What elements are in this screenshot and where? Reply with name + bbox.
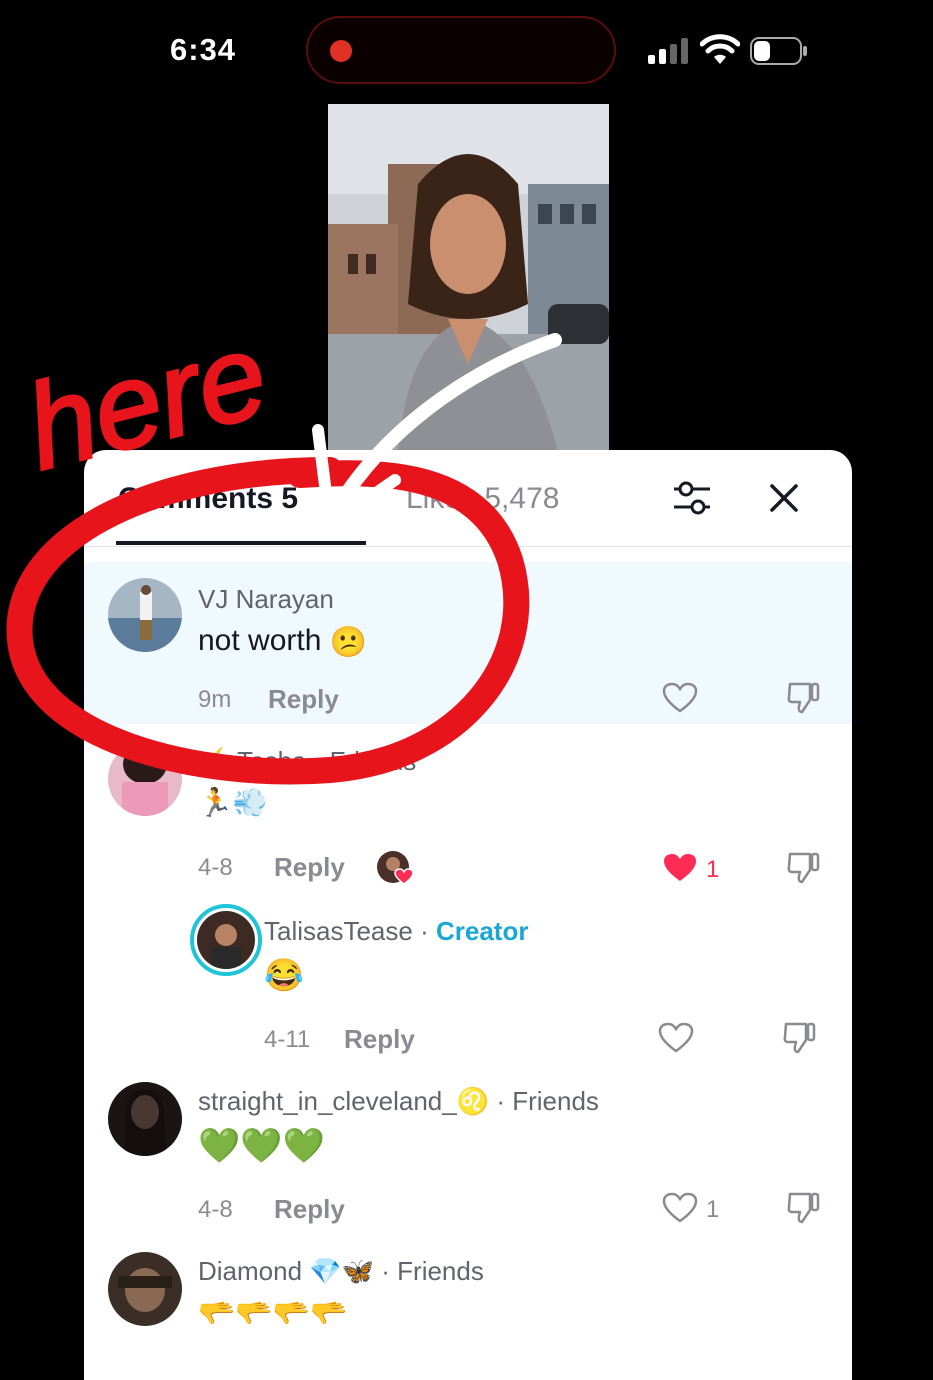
comment-timestamp: 4-8: [198, 1196, 233, 1223]
reply-text: 😂: [264, 957, 304, 993]
creator-liked-avatar: [377, 851, 414, 885]
dislike-icon[interactable]: [786, 850, 822, 886]
status-time: 6:34: [170, 32, 237, 67]
avatar[interactable]: [108, 742, 182, 816]
reply-timestamp: 4-11: [264, 1026, 311, 1053]
video-preview[interactable]: [328, 104, 609, 452]
dislike-icon[interactable]: [786, 1190, 822, 1226]
cellular-signal-icon: [648, 38, 688, 64]
heart-icon[interactable]: [662, 682, 698, 714]
comment-timestamp: 4-8: [198, 854, 233, 881]
heart-icon[interactable]: [662, 1192, 698, 1224]
avatar[interactable]: [108, 1082, 182, 1156]
comment-username[interactable]: straight_in_cleveland_♌ · Friends: [198, 1086, 599, 1117]
comment-text: not worth 😕: [198, 624, 368, 659]
reply-button[interactable]: Reply: [274, 852, 345, 883]
confused-emoji: 😕: [329, 625, 368, 659]
heart-icon[interactable]: [658, 1022, 694, 1054]
avatar[interactable]: [108, 578, 182, 652]
tab-likes[interactable]: Likes 5,478: [406, 482, 559, 516]
like-count: 1: [706, 856, 720, 883]
dynamic-island: [306, 16, 616, 84]
dislike-icon[interactable]: [786, 680, 822, 716]
comments-tab-bar: Comments 5 Likes 5,478: [84, 450, 852, 547]
filter-sliders-icon[interactable]: [672, 480, 712, 516]
active-tab-indicator: [116, 541, 366, 545]
comment-text: 💚💚💚: [198, 1127, 326, 1165]
comment-timestamp: 9m: [198, 686, 232, 713]
comment-item[interactable]: VJ Narayan not worth 😕 9m Reply: [84, 562, 852, 724]
comment-text: 🏃💨: [198, 787, 268, 818]
status-bar: 6:34: [0, 0, 933, 100]
battery-icon: [750, 37, 807, 65]
comment-text: 🫳🫳🫳🫳: [198, 1297, 348, 1330]
close-icon[interactable]: [768, 482, 800, 514]
reply-username[interactable]: TalisasTease · Creator: [264, 916, 528, 947]
creator-avatar-ring: [190, 904, 262, 976]
reply-button[interactable]: Reply: [268, 684, 339, 715]
wifi-icon: [700, 34, 740, 64]
comments-panel: Comments 5 Likes 5,478 VJ Narayan not wo…: [84, 450, 852, 1380]
avatar[interactable]: [197, 911, 255, 969]
recording-indicator: [330, 40, 352, 62]
comment-username[interactable]: ⚡ Tasha · Friends: [198, 746, 416, 777]
reply-item[interactable]: TalisasTease · Creator 😂 4-11 Reply: [84, 900, 852, 1060]
like-count: 1: [706, 1196, 720, 1223]
creator-badge: Creator: [435, 916, 529, 946]
avatar[interactable]: [108, 1252, 182, 1326]
dislike-icon[interactable]: [782, 1020, 818, 1056]
reply-button[interactable]: Reply: [344, 1024, 415, 1055]
comment-username[interactable]: VJ Narayan: [198, 584, 334, 615]
heart-filled-icon[interactable]: [662, 852, 698, 884]
tab-comments[interactable]: Comments 5: [118, 482, 298, 516]
comment-item[interactable]: Diamond 💎🦋 · Friends 🫳🫳🫳🫳: [84, 1240, 852, 1380]
comment-item[interactable]: ⚡ Tasha · Friends 🏃💨 4-8 Reply 1: [84, 730, 852, 890]
comment-username[interactable]: Diamond 💎🦋 · Friends: [198, 1256, 484, 1287]
comment-item[interactable]: straight_in_cleveland_♌ · Friends 💚💚💚 4-…: [84, 1070, 852, 1230]
reply-button[interactable]: Reply: [274, 1194, 345, 1225]
